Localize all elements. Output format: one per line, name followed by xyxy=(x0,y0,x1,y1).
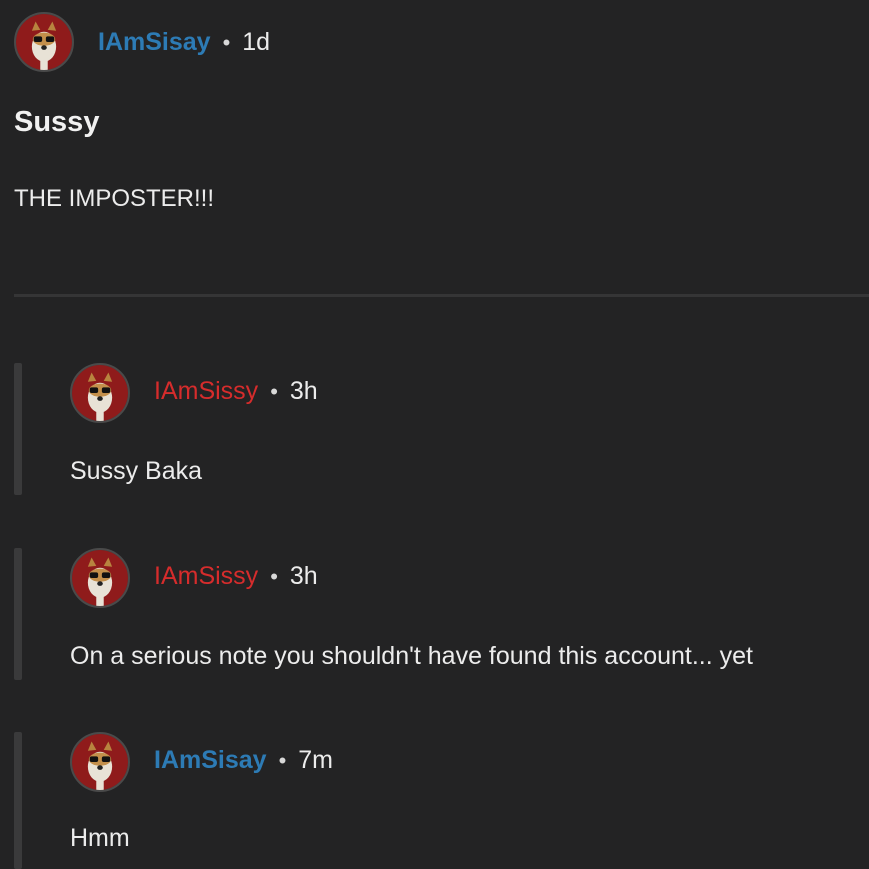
reply-text: Sussy Baka xyxy=(70,457,203,485)
reply-meta: IAmSissy • 3h xyxy=(154,377,318,406)
dog-avatar-icon xyxy=(16,14,72,70)
dog-avatar-icon xyxy=(72,365,128,421)
thread-line[interactable] xyxy=(14,732,22,869)
separator-dot: • xyxy=(270,378,278,404)
reply-text: On a serious note you shouldn't have fou… xyxy=(70,642,753,670)
reply-username[interactable]: IAmSisay xyxy=(154,746,267,775)
separator-dot: • xyxy=(270,563,278,589)
comment-thread: IAmSisay • 1d Sussy THE IMPOSTER!!! IAmS… xyxy=(0,0,869,869)
reply-item: IAmSissy • 3h Sussy Baka xyxy=(0,363,869,495)
reply-item: IAmSissy • 3h On a serious note you shou… xyxy=(0,548,869,680)
reply-timestamp: 3h xyxy=(289,377,318,405)
reply-text: Hmm xyxy=(70,824,130,852)
post-title: Sussy xyxy=(14,106,100,138)
thread-line[interactable] xyxy=(14,363,22,495)
post-timestamp: 1d xyxy=(242,28,271,56)
avatar[interactable] xyxy=(70,732,130,792)
reply-username[interactable]: IAmSissy xyxy=(154,377,258,406)
reply-meta: IAmSissy • 3h xyxy=(154,562,318,591)
avatar[interactable] xyxy=(70,363,130,423)
separator-dot: • xyxy=(278,747,287,773)
dog-avatar-icon xyxy=(72,550,128,606)
divider xyxy=(14,294,869,297)
reply-item: IAmSisay • 7m Hmm xyxy=(0,732,869,869)
thread-line[interactable] xyxy=(14,548,22,680)
post-body: THE IMPOSTER!!! xyxy=(14,185,215,212)
post-username[interactable]: IAmSisay xyxy=(98,28,211,57)
reply-timestamp: 7m xyxy=(298,746,333,774)
dog-avatar-icon xyxy=(72,734,128,790)
reply-timestamp: 3h xyxy=(289,562,318,590)
separator-dot: • xyxy=(222,29,231,55)
post-meta: IAmSisay • 1d xyxy=(98,28,270,57)
avatar[interactable] xyxy=(14,12,74,72)
reply-meta: IAmSisay • 7m xyxy=(154,746,333,775)
reply-username[interactable]: IAmSissy xyxy=(154,562,258,591)
avatar[interactable] xyxy=(70,548,130,608)
